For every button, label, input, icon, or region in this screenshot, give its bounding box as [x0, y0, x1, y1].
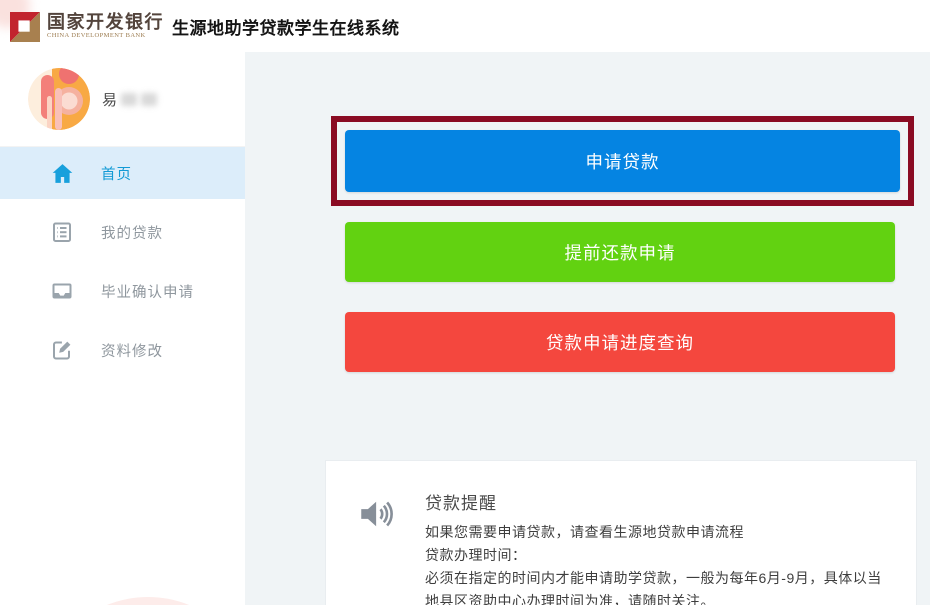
- sidebar-item-label: 毕业确认申请: [101, 284, 194, 301]
- loan-list-icon: [50, 220, 75, 245]
- sidebar-item-home[interactable]: 首页: [0, 147, 245, 199]
- reminder-line: 贷款办理时间：: [425, 547, 527, 563]
- edit-icon: [50, 338, 75, 363]
- reminder-line: 必须在指定的时间内才能申请助学贷款，一般为每年6月-9月，具体以当地县区资助中心…: [425, 570, 882, 605]
- sidebar-item-label: 资料修改: [101, 343, 163, 360]
- home-icon: [50, 161, 75, 186]
- early-repayment-button[interactable]: 提前还款申请: [345, 222, 895, 282]
- masked-name-blur: [121, 92, 138, 106]
- sidebar-item-edit-profile[interactable]: 资料修改: [0, 324, 245, 376]
- avatar: [28, 68, 90, 130]
- bank-name-en: CHINA DEVELOPMENT BANK: [47, 31, 146, 39]
- user-name: 易: [102, 91, 118, 109]
- main-content: 申请贷款 提前还款申请 贷款申请进度查询 贷款提醒 如果您需要申请贷款，请查看生…: [245, 52, 930, 605]
- sidebar-item-label: 我的贷款: [101, 225, 163, 242]
- sidebar: 易 首页 我的贷款 毕业确认申请 资料修改: [0, 52, 245, 605]
- system-title: 生源地助学贷款学生在线系统: [172, 18, 400, 38]
- app-header: 国家开发银行 CHINA DEVELOPMENT BANK 生源地助学贷款学生在…: [0, 0, 930, 52]
- speaker-icon: [356, 493, 398, 535]
- reminder-title: 贷款提醒: [425, 494, 497, 513]
- inbox-icon: [50, 279, 75, 304]
- sidebar-item-my-loans[interactable]: 我的贷款: [0, 206, 245, 258]
- reminder-line: 如果您需要申请贷款，请查看生源地贷款申请流程: [425, 524, 744, 540]
- sidebar-item-label: 首页: [101, 166, 132, 183]
- decorative-ring: [38, 597, 245, 605]
- sidebar-item-graduation-confirm[interactable]: 毕业确认申请: [0, 265, 245, 317]
- loan-reminder-card: 贷款提醒 如果您需要申请贷款，请查看生源地贷款申请流程 贷款办理时间： 必须在指…: [325, 460, 917, 605]
- bank-name: 国家开发银行: [47, 11, 164, 32]
- apply-loan-button[interactable]: 申请贷款: [345, 130, 900, 192]
- loan-progress-query-button[interactable]: 贷款申请进度查询: [345, 312, 895, 372]
- user-profile: 易: [0, 52, 245, 147]
- highlight-box: 申请贷款: [331, 116, 914, 206]
- masked-name-blur: [141, 92, 158, 106]
- bank-logo-icon: [10, 12, 40, 42]
